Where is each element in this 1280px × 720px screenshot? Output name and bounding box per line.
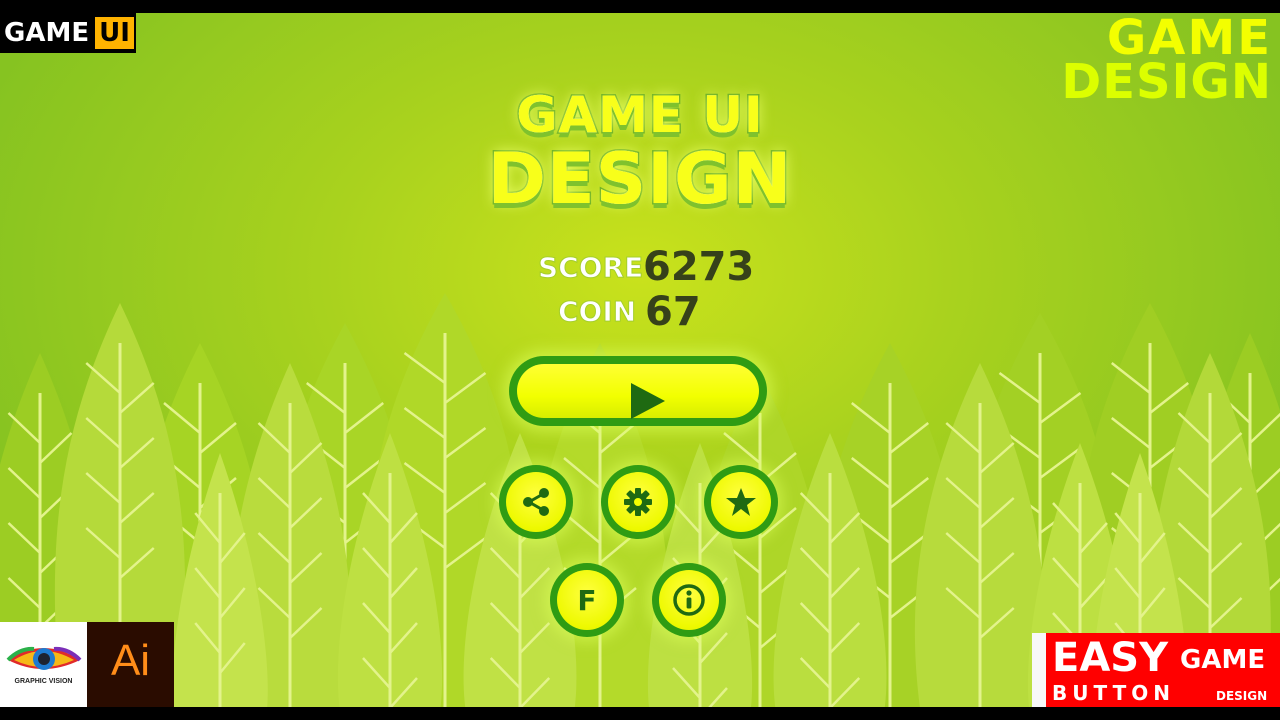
letterbox-top bbox=[0, 0, 1280, 13]
graphic-vision-logo: GRAPHIC VISION bbox=[0, 622, 87, 707]
game-title-logo: GAME UI DESIGN bbox=[480, 84, 800, 222]
coin-label: COIN bbox=[557, 295, 637, 329]
brand-top-left: GAME UI bbox=[0, 13, 136, 53]
letterbox-bottom bbox=[0, 707, 1280, 720]
easy-word: EASY bbox=[1052, 635, 1169, 681]
facebook-glyph: F bbox=[577, 583, 597, 617]
info-icon bbox=[659, 570, 719, 630]
rate-button[interactable] bbox=[704, 465, 778, 539]
info-button[interactable] bbox=[652, 563, 726, 637]
easy-design-word: DESIGN bbox=[1216, 689, 1268, 703]
info-button-face bbox=[659, 570, 719, 630]
coin-value: 67 bbox=[645, 289, 701, 335]
brand-ui-badge: UI bbox=[95, 17, 134, 49]
settings-button[interactable] bbox=[601, 465, 675, 539]
easy-game-word: GAME bbox=[1180, 645, 1266, 675]
share-button-face bbox=[506, 472, 566, 532]
play-button[interactable] bbox=[509, 356, 767, 426]
graphic-vision-caption: GRAPHIC VISION bbox=[14, 678, 73, 685]
illustrator-logo-text: Ai bbox=[110, 636, 151, 685]
share-icon bbox=[506, 472, 566, 532]
gear-icon bbox=[608, 472, 668, 532]
rate-button-face bbox=[711, 472, 771, 532]
score-value: 6273 bbox=[643, 244, 755, 290]
game-screen: GAME UI GAME DESIGN GAME UI DESIGN SCORE… bbox=[0, 0, 1280, 720]
brand-game-word: GAME bbox=[4, 18, 90, 48]
facebook-button-face: F bbox=[557, 570, 617, 630]
brand-top-right: GAME DESIGN bbox=[1061, 14, 1272, 110]
star-icon bbox=[711, 472, 771, 532]
easy-button-word: BUTTON bbox=[1052, 681, 1175, 705]
easy-game-button-design-logo: EASY GAME BUTTON DESIGN bbox=[1032, 633, 1280, 707]
facebook-icon: F bbox=[557, 570, 617, 630]
brand-top-right-line2: DESIGN bbox=[1061, 54, 1272, 110]
settings-button-face bbox=[608, 472, 668, 532]
share-button[interactable] bbox=[499, 465, 573, 539]
title-line2: DESIGN bbox=[486, 137, 793, 222]
play-button-face bbox=[517, 364, 759, 419]
facebook-button[interactable]: F bbox=[550, 563, 624, 637]
score-label: SCORE bbox=[537, 251, 644, 285]
illustrator-logo: Ai bbox=[87, 622, 174, 707]
title-line1: GAME UI bbox=[515, 85, 764, 146]
play-icon bbox=[631, 383, 665, 419]
eye-logo-icon bbox=[6, 646, 82, 670]
